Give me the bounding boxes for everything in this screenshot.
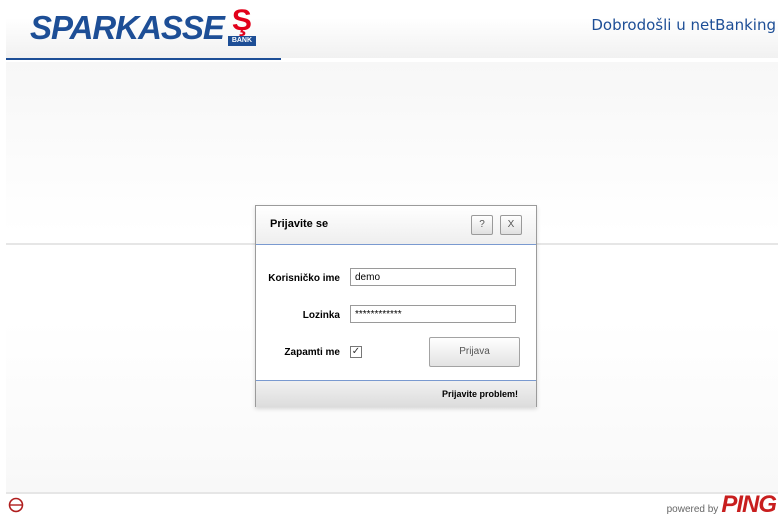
eye-logo-icon [8,497,24,513]
footer-divider [6,492,778,494]
logo-bank-badge: BANK [227,36,256,46]
dialog-title: Prijavite se [270,218,329,230]
logo-wordmark: SPARKASSE [30,9,225,46]
login-button[interactable]: Prijava [429,337,520,367]
welcome-text: Dobrodošli u netBanking [591,16,776,34]
username-input[interactable] [350,268,516,286]
login-dialog: Prijavite se ? X Korisničko ime Lozinka … [255,205,537,407]
sparkasse-logo[interactable]: SPARKASSE Ş BANK [30,6,256,48]
remember-label: Zapamti me [284,347,340,358]
password-label: Lozinka [302,310,340,321]
header-underline [6,58,281,60]
dialog-title-bar: Prijavite se ? X [256,206,536,245]
powered-by-ping[interactable]: powered by PING [666,491,777,518]
close-button[interactable]: X [500,215,522,235]
powered-by-text: powered by [666,504,719,515]
dialog-footer: Prijavite problem! [256,380,536,407]
ping-logo: PING [721,491,777,518]
username-label: Korisničko ime [268,273,340,284]
help-button[interactable]: ? [471,215,493,235]
sparkasse-s-icon: Ş BANK [227,6,256,48]
password-input[interactable] [350,305,516,323]
header: SPARKASSE Ş BANK Dobrodošli u netBanking [0,0,778,62]
remember-checkbox[interactable]: ✓ [350,346,362,358]
report-problem-link[interactable]: Prijavite problem! [442,389,518,399]
